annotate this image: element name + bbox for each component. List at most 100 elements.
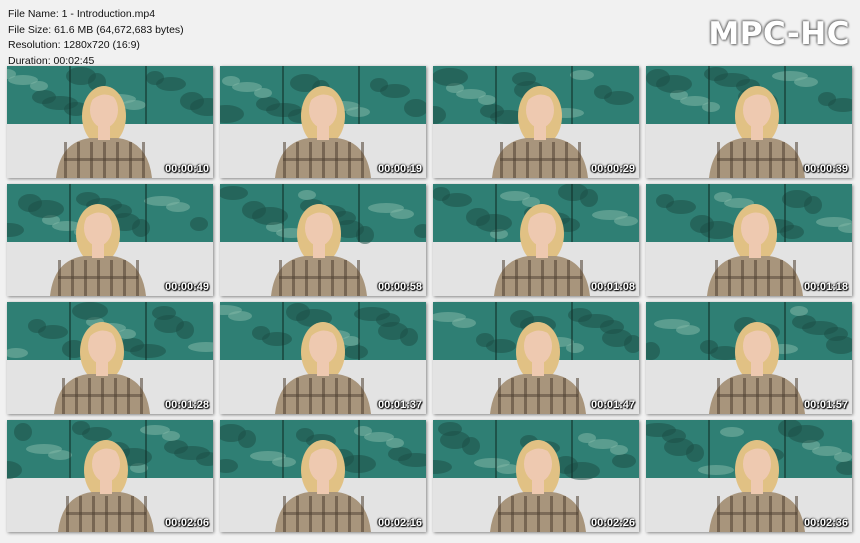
panel-seam [708, 66, 710, 124]
thumbnail[interactable]: 00:01:37 [220, 302, 426, 414]
thumbnail[interactable]: 00:02:26 [433, 420, 639, 532]
painting-texture [564, 462, 600, 480]
painting-texture [614, 216, 638, 226]
plaid-stripe [58, 276, 138, 279]
panel-seam [358, 184, 360, 242]
painting-texture [804, 196, 822, 214]
timestamp: 00:00:39 [803, 163, 848, 175]
panel-seam [282, 302, 284, 360]
plaid-stripe [498, 512, 578, 515]
thumbnail[interactable]: 00:02:16 [220, 420, 426, 532]
painting-texture [676, 325, 700, 335]
painting-texture [238, 430, 256, 448]
painting-texture [166, 202, 190, 212]
video-frame [433, 184, 639, 296]
painting-texture [604, 91, 634, 105]
painting-texture [720, 427, 744, 437]
timestamp: 00:01:47 [590, 399, 635, 411]
panel-seam [571, 184, 573, 242]
thumbnail[interactable]: 00:01:18 [646, 184, 852, 296]
video-frame [7, 66, 213, 178]
painting-texture [656, 75, 692, 93]
painting-texture [162, 431, 180, 441]
painting-texture [156, 77, 186, 91]
panel-seam [784, 302, 786, 360]
video-frame [433, 302, 639, 414]
timestamp: 00:01:18 [803, 281, 848, 293]
thumbnail[interactable]: 00:01:57 [646, 302, 852, 414]
panel-seam [784, 184, 786, 242]
panel-seam [495, 66, 497, 124]
plaid-stripe [283, 512, 363, 515]
painting-texture [298, 190, 316, 200]
panel-seam [495, 420, 497, 478]
panel-seam [69, 66, 71, 124]
painting-texture [698, 465, 734, 475]
panel-seam [145, 302, 147, 360]
timestamp: 00:01:28 [164, 399, 209, 411]
painting-texture [190, 217, 208, 231]
video-frame [220, 302, 426, 414]
plaid-stripe [500, 158, 580, 161]
panel-seam [145, 66, 147, 124]
thumbnail[interactable]: 00:02:06 [7, 420, 213, 532]
painting-texture [824, 327, 848, 341]
thumbnail[interactable]: 00:00:19 [220, 66, 426, 178]
timestamp: 00:01:57 [803, 399, 848, 411]
painting-texture [344, 345, 368, 359]
panel-seam [708, 420, 710, 478]
file-info: File Name: 1 - Introduction.mp4 File Siz… [8, 7, 184, 69]
panel-seam [495, 302, 497, 360]
plaid-stripe [717, 394, 797, 397]
painting-texture [442, 193, 472, 207]
thumbnail[interactable]: 00:00:49 [7, 184, 213, 296]
panel-seam [571, 302, 573, 360]
panel-seam [282, 184, 284, 242]
painting-texture [702, 102, 720, 112]
video-frame [7, 420, 213, 532]
painting-texture [380, 84, 410, 98]
thumbnail[interactable]: 00:02:36 [646, 420, 852, 532]
thumbnail[interactable]: 00:01:08 [433, 184, 639, 296]
panel-seam [708, 302, 710, 360]
thumbnail[interactable]: 00:00:58 [220, 184, 426, 296]
plaid-stripe [502, 276, 582, 279]
panel-seam [495, 184, 497, 242]
painting-texture [386, 438, 404, 448]
panel-seam [784, 420, 786, 478]
thumbnail[interactable]: 00:01:28 [7, 302, 213, 414]
painting-texture [486, 339, 516, 353]
thumbnail[interactable]: 00:00:39 [646, 66, 852, 178]
plaid-stripe [279, 276, 359, 279]
timestamp: 00:01:37 [377, 399, 422, 411]
painting-texture [122, 100, 146, 110]
painting-texture [512, 72, 536, 86]
painting-texture [176, 321, 194, 339]
panel-seam [69, 184, 71, 242]
painting-texture [342, 336, 360, 346]
panel-seam [282, 420, 284, 478]
painting-texture [790, 306, 808, 316]
thumbnail[interactable]: 00:01:47 [433, 302, 639, 414]
painting-texture [376, 313, 400, 327]
video-frame [7, 184, 213, 296]
panel-seam [145, 420, 147, 478]
panel-seam [69, 302, 71, 360]
plaid-stripe [66, 512, 146, 515]
painting-texture [612, 454, 636, 468]
thumbnail[interactable]: 00:00:29 [433, 66, 639, 178]
painting-texture [794, 77, 818, 87]
painting-texture [132, 219, 150, 237]
painting-texture [130, 344, 166, 358]
thumbnail[interactable]: 00:00:10 [7, 66, 213, 178]
painting-texture [152, 306, 176, 320]
painting-texture [390, 209, 414, 219]
panel-seam [571, 66, 573, 124]
panel-seam [571, 420, 573, 478]
timestamp: 00:02:26 [590, 517, 635, 529]
timestamp: 00:02:36 [803, 517, 848, 529]
painting-texture [228, 311, 252, 321]
video-frame [220, 420, 426, 532]
painting-texture [30, 81, 48, 91]
timestamp: 00:00:49 [164, 281, 209, 293]
